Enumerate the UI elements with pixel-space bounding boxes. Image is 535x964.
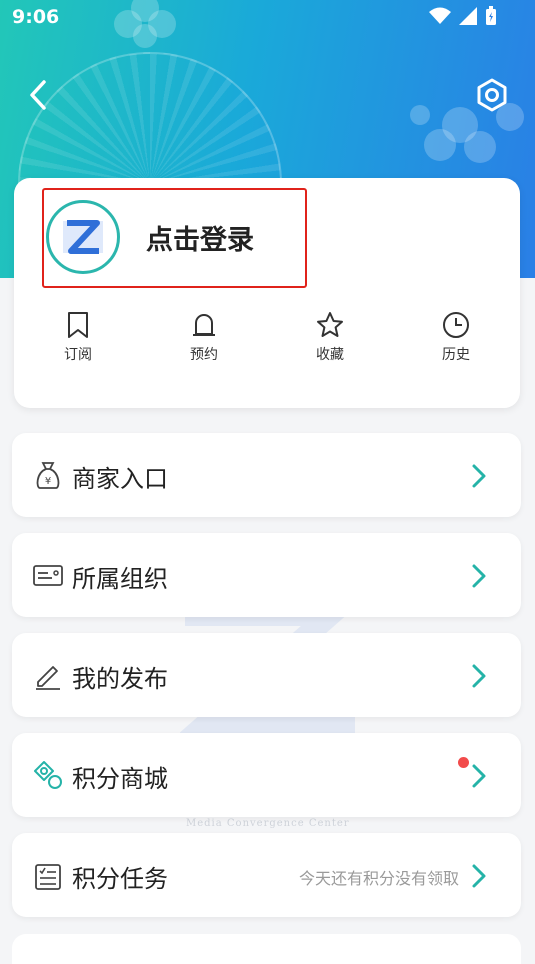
menu-item-my-posts[interactable]: 我的发布: [12, 633, 521, 717]
coins-icon: [34, 761, 62, 789]
money-bag-icon: ¥: [36, 462, 60, 489]
points-reminder-text: 今天还有积分没有领取: [298, 869, 459, 888]
menu-item-organization[interactable]: 所属组织: [12, 533, 521, 617]
star-icon: [317, 312, 343, 337]
chevron-right-icon: [472, 564, 486, 588]
menu-item-label: 商家入口: [72, 465, 168, 493]
quick-action-label: 订阅: [64, 347, 92, 363]
settings-icon[interactable]: [475, 78, 509, 112]
avatar[interactable]: [46, 200, 120, 274]
menu-item-partial[interactable]: [12, 934, 521, 964]
chevron-right-icon: [472, 464, 486, 488]
status-icons: [429, 6, 497, 26]
back-icon[interactable]: [24, 78, 54, 112]
flower-decoration-icon: [410, 103, 524, 163]
quick-action-subscribe[interactable]: 订阅: [33, 310, 123, 364]
signal-icon: [459, 7, 477, 25]
quick-action-reservation[interactable]: 预约: [159, 310, 249, 364]
bell-icon: [193, 314, 215, 336]
chevron-right-icon: [472, 764, 486, 788]
watermark-text: Media Convergence Center: [186, 818, 350, 829]
chevron-right-icon: [472, 664, 486, 688]
svg-text:¥: ¥: [45, 476, 51, 487]
menu-item-label: 积分商城: [72, 765, 168, 793]
task-list-icon: [35, 864, 61, 890]
notification-dot: [458, 757, 469, 768]
wifi-icon: [429, 7, 451, 24]
status-time: 9:06: [12, 6, 60, 28]
menu-item-merchant[interactable]: ¥ 商家入口: [12, 433, 521, 517]
status-bar: 9:06: [0, 0, 535, 36]
menu-item-label: 所属组织: [72, 565, 168, 593]
quick-action-label: 收藏: [316, 347, 344, 363]
id-card-icon: [33, 565, 63, 586]
profile-card: 点击登录 订阅 预约 收藏 历史: [14, 178, 520, 408]
quick-action-history[interactable]: 历史: [411, 310, 501, 364]
menu-item-points-mall[interactable]: 积分商城: [12, 733, 521, 817]
app-logo-icon: [63, 220, 103, 254]
quick-actions: 订阅 预约 收藏 历史: [14, 310, 520, 370]
quick-action-label: 历史: [442, 347, 470, 363]
chevron-right-icon: [472, 864, 486, 888]
menu-item-label: 我的发布: [72, 665, 168, 693]
edit-icon: [36, 666, 60, 690]
login-prompt[interactable]: 点击登录: [146, 218, 254, 257]
menu-item-points-tasks[interactable]: 积分任务 今天还有积分没有领取: [12, 833, 521, 917]
battery-icon: [486, 6, 496, 25]
clock-icon: [443, 312, 469, 338]
quick-action-favorites[interactable]: 收藏: [285, 310, 375, 364]
bookmark-icon: [68, 312, 88, 338]
quick-action-label: 预约: [190, 347, 218, 363]
menu-item-label: 积分任务: [72, 865, 168, 893]
